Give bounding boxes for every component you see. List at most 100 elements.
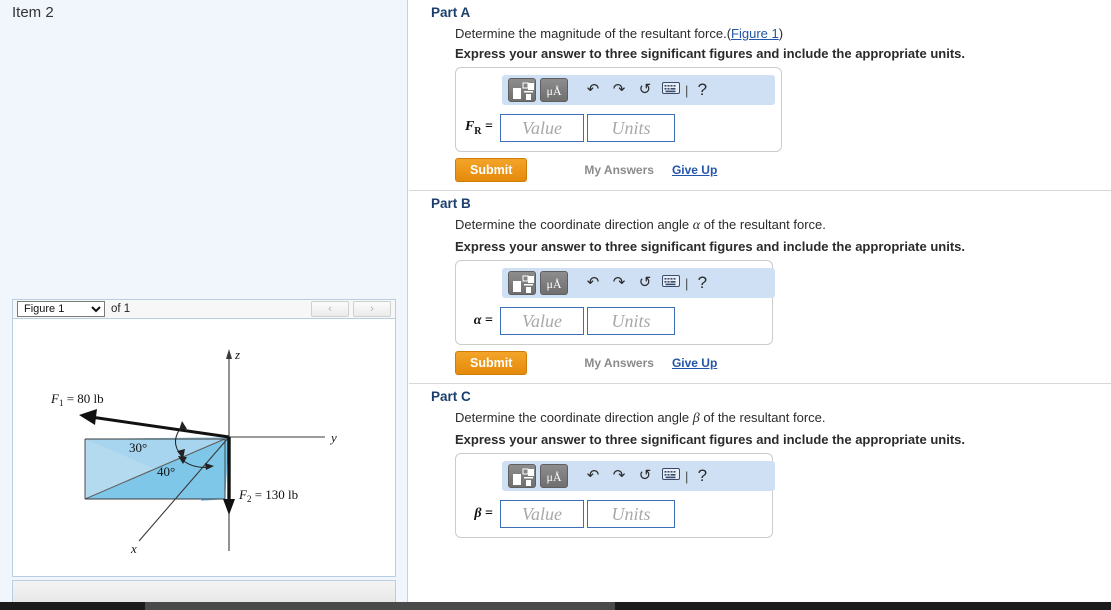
answer-symbol: β [474,506,481,521]
reset-circular-arrow-icon[interactable]: ↺ [632,464,658,488]
angle-30-arrow-top [179,421,187,430]
part-a-give-up-link[interactable]: Give Up [672,163,717,177]
figure-panel: Figure 1 of 1 ‹ › [12,299,396,577]
part-b-submit-button[interactable]: Submit [455,351,527,375]
horizontal-scrollbar-track[interactable] [0,602,1111,610]
part-c: Part C Determine the coordinate directio… [409,384,1111,538]
units-label: μÅ [541,272,567,296]
part-a: Part A Determine the magnitude of the re… [409,0,1111,182]
units-label: μÅ [541,79,567,103]
units-micro-angstrom-icon[interactable]: μÅ [540,78,568,102]
part-a-value-input[interactable]: Value [500,114,584,142]
part-b-title: Part B [409,191,1111,213]
help-question-icon[interactable]: ? [689,271,715,295]
part-a-instruction: Express your answer to three significant… [409,43,1111,67]
axis-label-y: y [329,430,337,445]
undo-arrow-icon[interactable]: ↶ [580,271,606,295]
part-c-prompt: Determine the coordinate direction angle… [409,406,1111,429]
left-panel: Item 2 Figure 1 of 1 ‹ › [0,0,408,610]
keyboard-icon[interactable] [658,78,684,102]
part-b-prompt-tail: of the resultant force. [700,217,826,232]
force2-label: F2 = 130 lb [238,487,298,504]
redo-arrow-icon[interactable]: ↷ [606,271,632,295]
part-a-prompt-text: Determine the magnitude of the resultant… [455,26,731,41]
redo-arrow-icon[interactable]: ↷ [606,78,632,102]
part-c-instruction: Express your answer to three significant… [409,429,1111,453]
part-c-answer-label: β = [464,506,500,522]
figure-panel-header: Figure 1 of 1 ‹ › [13,300,395,319]
answer-subscript: R [474,126,481,137]
horizontal-scrollbar-thumb[interactable] [145,602,615,610]
part-c-units-input[interactable]: Units [587,500,675,528]
undo-arrow-icon[interactable]: ↶ [580,464,606,488]
part-c-answer-box: μÅ ↶ ↷ ↺ [455,453,773,538]
figure-count-label: of 1 [111,303,130,315]
part-b-units-input[interactable]: Units [587,307,675,335]
axis-label-z: z [234,347,240,362]
help-question-icon[interactable]: ? [689,78,715,102]
part-b-prompt-text: Determine the coordinate direction angle [455,217,693,232]
part-c-title: Part C [409,384,1111,406]
item-title: Item 2 [12,4,54,21]
keyboard-icon[interactable] [658,464,684,488]
math-template-icon[interactable] [508,271,536,295]
figure-1-link[interactable]: Figure 1 [731,26,779,41]
part-a-submit-button[interactable]: Submit [455,158,527,182]
force1-arrowhead [79,409,97,425]
part-a-answer-row: FR = Value Units [464,114,773,142]
math-template-icon[interactable] [508,78,536,102]
part-a-my-answers-link[interactable]: My Answers [584,163,654,177]
angle-40-label: 40° [157,464,175,479]
figure-panel-footer [12,580,396,604]
part-a-toolbar: μÅ ↶ ↷ ↺ [502,75,775,105]
units-label: μÅ [541,465,567,489]
part-c-value-input[interactable]: Value [500,500,584,528]
part-c-prompt-symbol: β [693,411,700,426]
part-b-my-answers-link[interactable]: My Answers [584,356,654,370]
units-micro-angstrom-icon[interactable]: μÅ [540,271,568,295]
force1-label: F1 = 80 lb [50,391,104,408]
part-b-submit-row: Submit My Answers Give Up [455,351,1111,375]
reset-circular-arrow-icon[interactable]: ↺ [632,271,658,295]
part-b-answer-label: α = [464,313,500,329]
answer-equals: = [482,506,493,521]
answer-equals: = [482,313,493,328]
figure-next-button[interactable]: › [353,301,391,317]
figure-prev-button[interactable]: ‹ [311,301,349,317]
figure-canvas: z y x F1 = 80 lb [13,319,395,576]
part-b-give-up-link[interactable]: Give Up [672,356,717,370]
part-a-prompt-tail: ) [779,26,783,41]
force2-arrowhead [223,499,235,515]
help-question-icon[interactable]: ? [689,464,715,488]
force1-vector [91,417,229,437]
part-b-value-input[interactable]: Value [500,307,584,335]
redo-arrow-icon[interactable]: ↷ [606,464,632,488]
part-a-title: Part A [409,0,1111,22]
parts-content: Part A Determine the magnitude of the re… [409,0,1111,610]
part-c-toolbar: μÅ ↶ ↷ ↺ [502,461,775,491]
reset-circular-arrow-icon[interactable]: ↺ [632,78,658,102]
units-micro-angstrom-icon[interactable]: μÅ [540,464,568,488]
problem-page: Item 2 Figure 1 of 1 ‹ › [0,0,1111,610]
part-c-answer-row: β = Value Units [464,500,764,528]
z-axis-arrowhead [226,349,232,359]
answer-symbol: F [465,119,474,134]
angle-30-label: 30° [129,440,147,455]
math-template-icon[interactable] [508,464,536,488]
figure-select[interactable]: Figure 1 [17,301,105,317]
part-c-prompt-text: Determine the coordinate direction angle [455,410,693,425]
part-b-answer-row: α = Value Units [464,307,764,335]
part-a-submit-row: Submit My Answers Give Up [455,158,1111,182]
part-b-prompt: Determine the coordinate direction angle… [409,213,1111,236]
axis-label-x: x [130,541,137,556]
part-b: Part B Determine the coordinate directio… [409,191,1111,375]
part-b-instruction: Express your answer to three significant… [409,236,1111,260]
part-a-prompt: Determine the magnitude of the resultant… [409,22,1111,43]
answer-symbol: α [474,313,482,328]
part-b-toolbar: μÅ ↶ ↷ ↺ [502,268,775,298]
part-a-answer-box: μÅ ↶ ↷ ↺ [455,67,782,152]
chevron-right-icon: › [370,303,374,315]
keyboard-icon[interactable] [658,271,684,295]
undo-arrow-icon[interactable]: ↶ [580,78,606,102]
part-a-units-input[interactable]: Units [587,114,675,142]
